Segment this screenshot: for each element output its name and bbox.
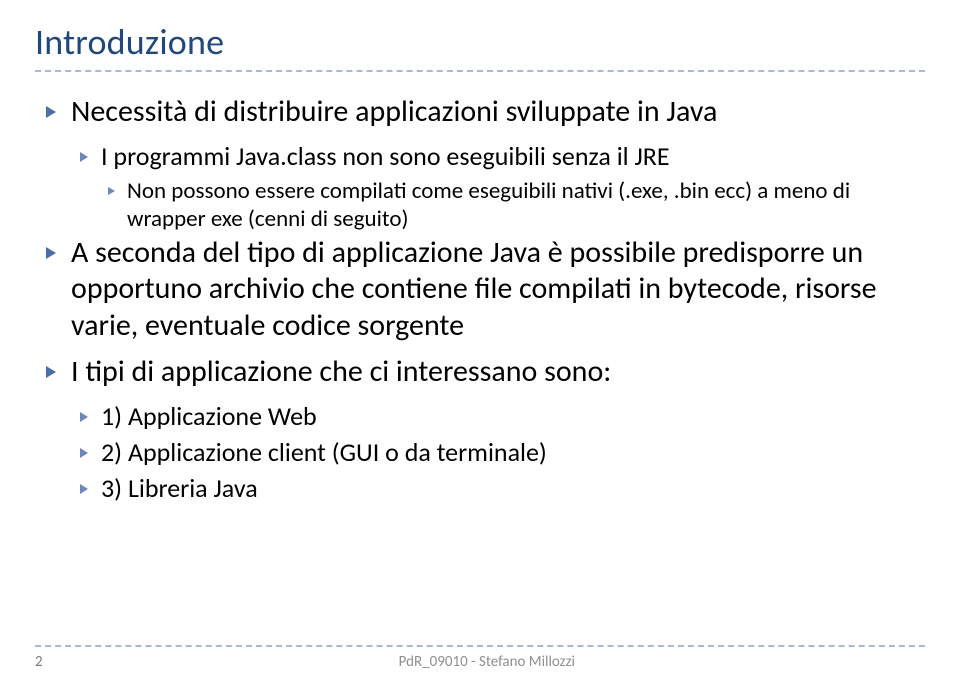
triangle-bullet-icon (43, 94, 71, 130)
bullet-text: I programmi Java.class non sono eseguibi… (101, 141, 925, 173)
footer-row: 2 PdR_09010 - Stefano Millozzi (35, 653, 925, 671)
bullet-level1: I tipi di applicazione che ci interessan… (43, 354, 925, 391)
bullet-text: Necessità di distribuire applicazioni sv… (71, 94, 925, 131)
bullet-level3: Non possono essere compilati come esegui… (105, 177, 925, 233)
bullet-text: 3) Libreria Java (101, 473, 925, 505)
triangle-bullet-icon (77, 473, 101, 505)
slide-content: Necessità di distribuire applicazioni sv… (35, 94, 925, 505)
slide-footer: 2 PdR_09010 - Stefano Millozzi (35, 645, 925, 671)
bullet-text: Non possono essere compilati come esegui… (127, 177, 925, 233)
bullet-level2: 2) Applicazione client (GUI o da termina… (77, 437, 925, 469)
bullet-text: I tipi di applicazione che ci interessan… (71, 354, 925, 391)
bullet-level1: A seconda del tipo di applicazione Java … (43, 235, 925, 345)
triangle-bullet-icon (43, 354, 71, 390)
slide: Introduzione Necessità di distribuire ap… (0, 0, 960, 689)
footer-divider (35, 645, 925, 647)
bullet-text: 2) Applicazione client (GUI o da termina… (101, 437, 925, 469)
bullet-level1: Necessità di distribuire applicazioni sv… (43, 94, 925, 131)
triangle-bullet-icon (43, 235, 71, 271)
title-divider (35, 70, 925, 72)
footer-text: PdR_09010 - Stefano Millozzi (49, 653, 925, 671)
page-number: 2 (35, 653, 49, 671)
triangle-bullet-icon (77, 437, 101, 469)
bullet-level2: I programmi Java.class non sono eseguibi… (77, 141, 925, 173)
slide-title: Introduzione (35, 20, 925, 64)
triangle-bullet-icon (105, 177, 127, 205)
bullet-level2: 1) Applicazione Web (77, 401, 925, 433)
bullet-text: 1) Applicazione Web (101, 401, 925, 433)
bullet-level2: 3) Libreria Java (77, 473, 925, 505)
bullet-text: A seconda del tipo di applicazione Java … (71, 235, 925, 345)
triangle-bullet-icon (77, 401, 101, 433)
triangle-bullet-icon (77, 141, 101, 173)
